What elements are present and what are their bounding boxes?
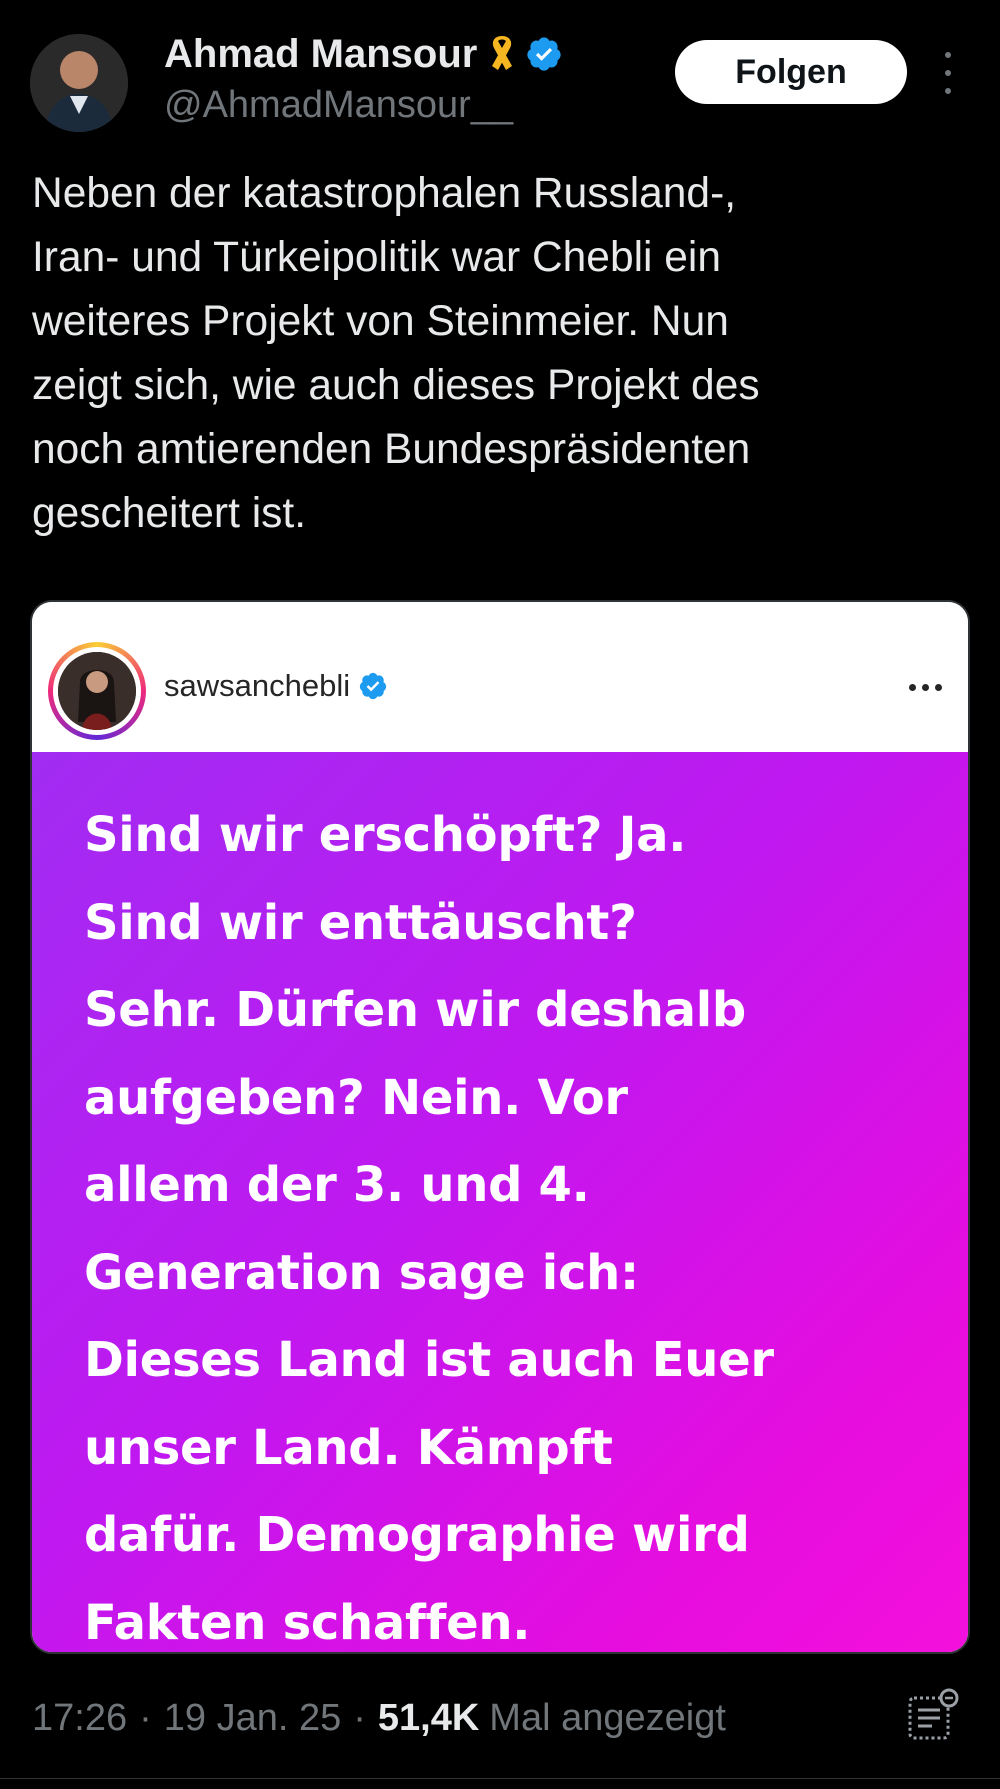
- tweet-meta: 17:26 · 19 Jan. 25 · 51,4K Mal angezeigt: [32, 1692, 726, 1744]
- embedded-post-body: Sind wir erschöpft? Ja. Sind wir enttäus…: [32, 752, 968, 1652]
- follow-button[interactable]: Folgen: [675, 40, 907, 104]
- tweet-time[interactable]: 17:26: [32, 1697, 127, 1740]
- analytics-icon[interactable]: [905, 1686, 963, 1746]
- yellow-ribbon-icon: [485, 32, 519, 76]
- author-name-row[interactable]: Ahmad Mansour: [164, 28, 563, 80]
- author-avatar[interactable]: [30, 34, 128, 132]
- verified-badge-icon: [525, 35, 563, 73]
- more-horizontal-icon: [909, 684, 942, 691]
- more-vertical-icon[interactable]: [938, 52, 958, 94]
- tweet-media-image[interactable]: sawsanchebli Sind wir erschöpft? Ja. Sin…: [30, 600, 970, 1654]
- author-handle[interactable]: @AhmadMansour__: [164, 84, 513, 127]
- embedded-avatar: [48, 642, 146, 740]
- author-name[interactable]: Ahmad Mansour: [164, 32, 477, 77]
- views-label: Mal angezeigt: [489, 1696, 726, 1739]
- tweet-date[interactable]: 19 Jan. 25: [164, 1697, 341, 1740]
- views-count: 51,4K: [377, 1696, 480, 1739]
- embedded-post-header: sawsanchebli: [32, 602, 968, 752]
- embedded-username-row: sawsanchebli: [164, 668, 388, 704]
- embedded-username: sawsanchebli: [164, 668, 351, 703]
- tweet-text: Neben der katastrophalen Russland-, Iran…: [32, 170, 760, 537]
- meta-separator: ·: [139, 1696, 152, 1739]
- verified-badge-icon: [358, 671, 388, 701]
- embedded-post-quote: Sind wir erschöpft? Ja. Sind wir enttäus…: [84, 807, 774, 1651]
- meta-separator: ·: [353, 1696, 366, 1739]
- divider: [0, 1778, 1000, 1779]
